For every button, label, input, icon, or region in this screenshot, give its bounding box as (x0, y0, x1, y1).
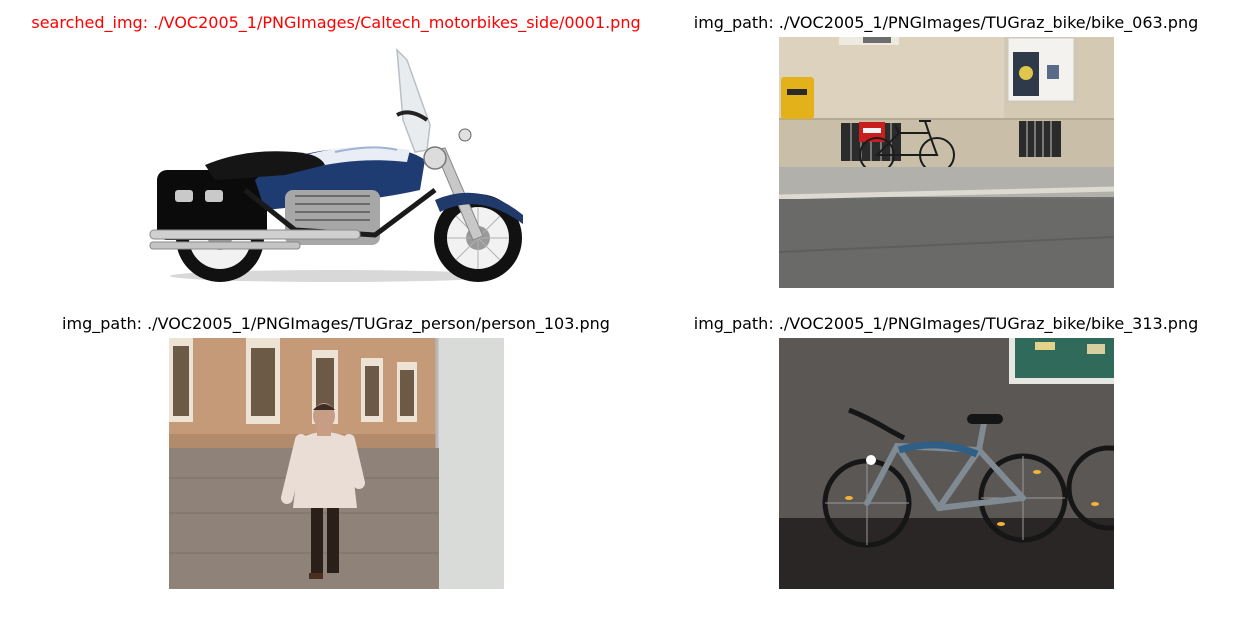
caption-searched-image: searched_img: ./VOC2005_1/PNGImages/Calt… (31, 13, 641, 32)
result-image-bike-street (779, 37, 1114, 288)
searched-image-motorbike (135, 40, 535, 288)
night-bike-photo (779, 338, 1114, 589)
caption-result-2: img_path: ./VOC2005_1/PNGImages/TUGraz_p… (62, 314, 610, 333)
caption-result-3: img_path: ./VOC2005_1/PNGImages/TUGraz_b… (693, 314, 1199, 333)
person-photo (169, 338, 504, 589)
motorbike-illustration (135, 40, 535, 288)
street-bike-photo (779, 37, 1114, 288)
caption-result-1: img_path: ./VOC2005_1/PNGImages/TUGraz_b… (693, 13, 1199, 32)
result-image-bike-night (779, 338, 1114, 589)
result-image-person (169, 338, 504, 589)
